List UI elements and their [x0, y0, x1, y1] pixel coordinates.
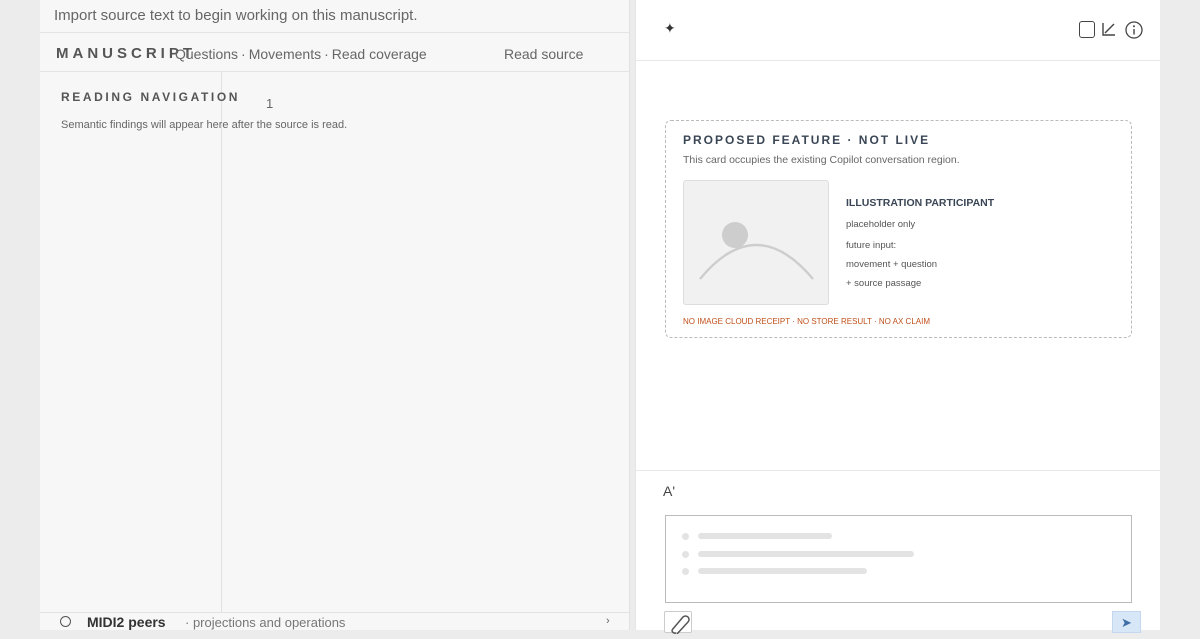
info-icon[interactable]: [1125, 21, 1143, 39]
tab-movements[interactable]: Movements: [249, 46, 321, 62]
illustration-placeholder: [683, 180, 829, 305]
proposal-title: PROPOSED FEATURE · NOT LIVE: [683, 133, 931, 147]
radio-icon[interactable]: [60, 616, 71, 627]
proposal-description: This card occupies the existing Copilot …: [683, 154, 960, 166]
illustration-line: placeholder only: [846, 219, 916, 230]
compose-icon[interactable]: [1100, 20, 1118, 38]
divider: [636, 470, 1161, 471]
tab-read-coverage[interactable]: Read coverage: [332, 46, 427, 62]
tab-questions[interactable]: Questions: [175, 46, 238, 62]
checkbox-icon[interactable]: [1079, 21, 1095, 38]
skeleton-dot: [682, 568, 689, 575]
illustration-title: ILLUSTRATION PARTICIPANT: [846, 197, 995, 209]
tab-separator: ·: [241, 46, 246, 62]
reading-navigation-hint: Semantic findings will appear here after…: [61, 119, 348, 131]
copilot-header: ✦: [636, 0, 1161, 61]
page-number: 1: [266, 96, 274, 111]
copilot-pane: ✦ PROPOSED FEATURE · NOT LIVE This card …: [635, 0, 1161, 635]
illustration-line: + source passage: [846, 278, 922, 289]
message-composer[interactable]: [665, 515, 1132, 603]
manuscript-header: MANUSCRIPT Questions · Movements · Read cove…: [40, 32, 630, 72]
sparkle-icon: ✦: [664, 20, 676, 36]
footer-subtitle: · projections and operations: [185, 615, 346, 630]
skeleton-dot: [682, 551, 689, 558]
footer-bar[interactable]: MIDI2 peers · projections and operations…: [40, 612, 630, 630]
proposed-feature-card: PROPOSED FEATURE · NOT LIVE This card oc…: [665, 120, 1132, 338]
proposal-warning: NO IMAGE CLOUD RECEIPT · NO STORE RESULT…: [683, 317, 931, 326]
import-banner: Import source text to begin working on t…: [54, 7, 418, 24]
skeleton-line: [698, 533, 832, 539]
skeleton-dot: [682, 533, 689, 540]
read-source-button[interactable]: Read source: [504, 46, 583, 62]
chevron-right-icon[interactable]: ›: [606, 615, 610, 627]
window-gutter: [1160, 0, 1200, 630]
tab-separator: ·: [324, 46, 329, 62]
illustration-line: movement + question: [846, 259, 938, 270]
skeleton-line: [698, 551, 914, 557]
skeleton-line: [698, 568, 867, 574]
font-style-label[interactable]: A': [663, 483, 675, 499]
footer-title: MIDI2 peers: [87, 614, 166, 630]
reading-navigation-title: READING NAVIGATION: [61, 90, 241, 104]
reading-navigation: READING NAVIGATION Semantic findings wil…: [40, 72, 347, 612]
person-placeholder-icon: [699, 222, 814, 280]
illustration-line: future input:: [846, 240, 897, 251]
paperclip-icon: [671, 615, 690, 635]
manuscript-pane: Import source text to begin working on t…: [40, 0, 630, 630]
manuscript-tabs: Questions · Movements · Read coverage: [175, 46, 427, 62]
